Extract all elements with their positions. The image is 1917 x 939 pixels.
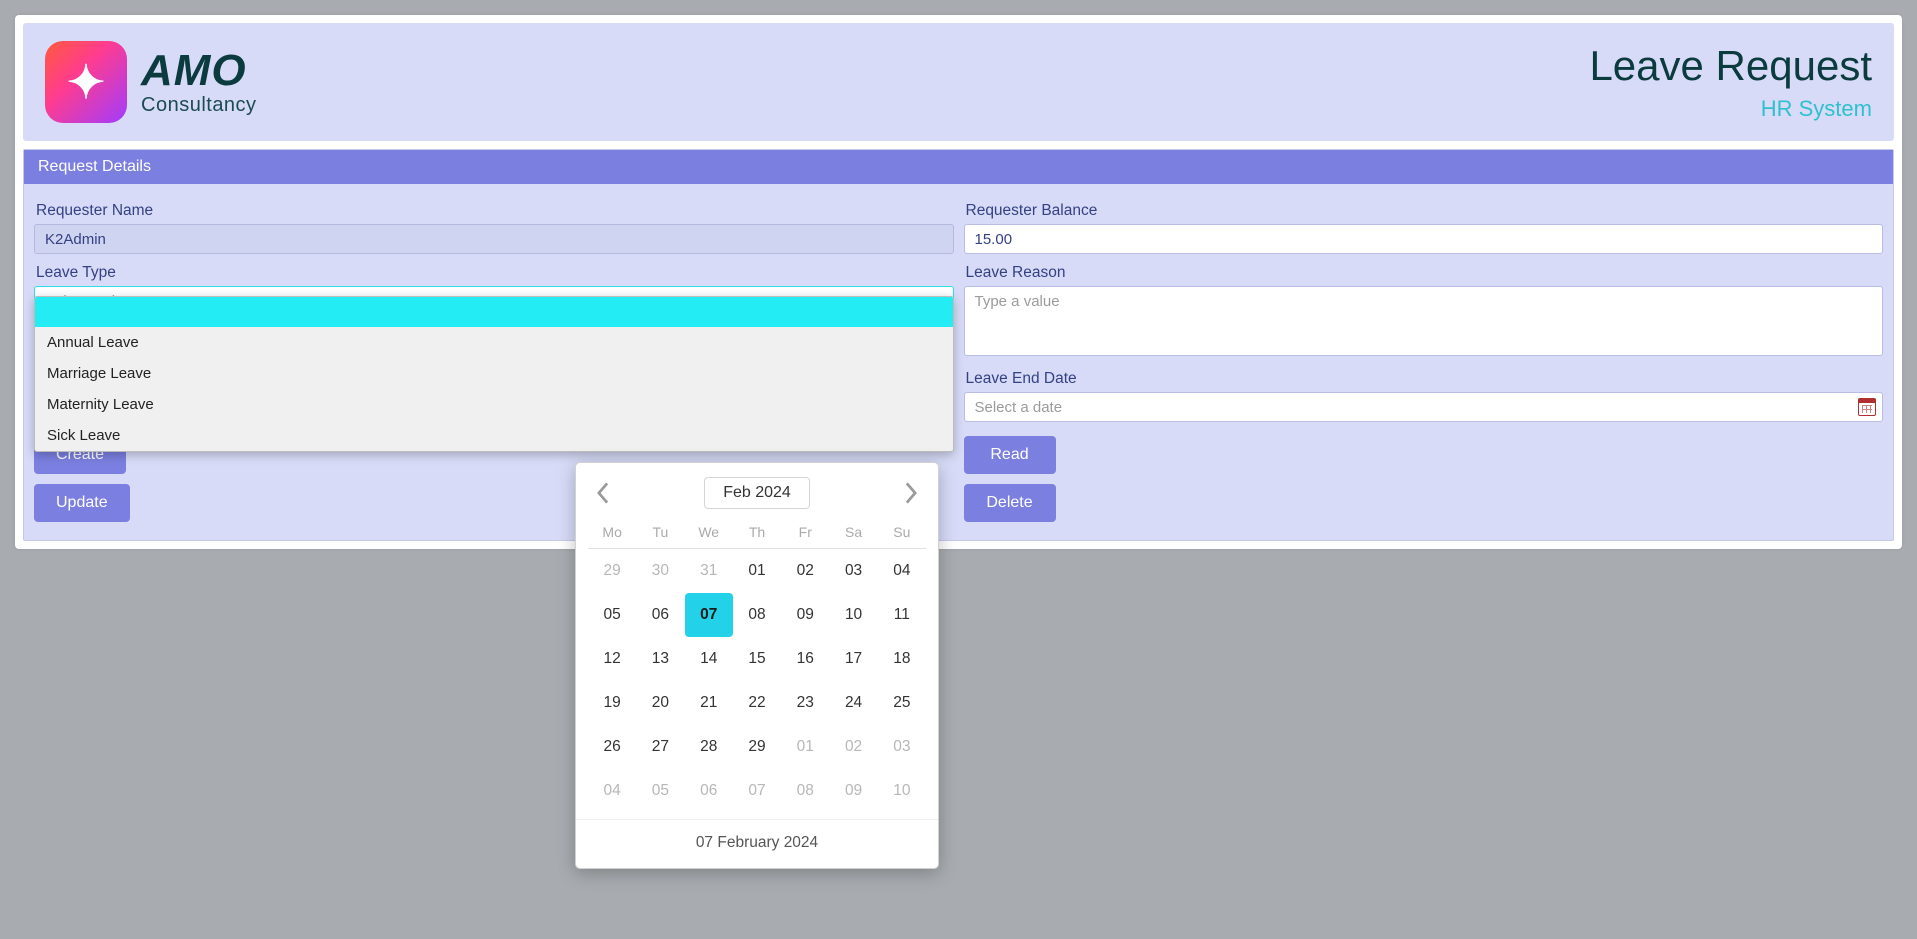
calendar-day[interactable]: 11 [878, 593, 926, 637]
calendar-day[interactable]: 08 [781, 769, 829, 813]
label-leave-end-date: Leave End Date [966, 370, 1884, 388]
calendar-day[interactable]: 04 [878, 549, 926, 593]
calendar-day[interactable]: 03 [878, 725, 926, 769]
calendar-day[interactable]: 02 [829, 725, 877, 769]
logo-icon: ✦ [45, 41, 127, 123]
leave-type-dropdown[interactable]: Annual LeaveMarriage LeaveMaternity Leav… [34, 296, 954, 452]
dropdown-item[interactable]: Marriage Leave [35, 358, 953, 389]
calendar-next-button[interactable] [898, 480, 924, 506]
calendar-day[interactable]: 09 [781, 593, 829, 637]
calendar-day[interactable]: 05 [636, 769, 684, 813]
calendar-weekday: Su [878, 519, 926, 548]
date-picker-popup[interactable]: Feb 2024 MoTuWeThFrSaSu 2930310102030405… [575, 462, 939, 869]
header: ✦ AMO Consultancy Leave Request HR Syste… [23, 23, 1894, 141]
calendar-day[interactable]: 24 [829, 681, 877, 725]
label-requester-balance: Requester Balance [966, 202, 1884, 220]
page-title: Leave Request [1589, 42, 1872, 90]
calendar-day[interactable]: 10 [829, 593, 877, 637]
calendar-weekday: Th [733, 519, 781, 548]
requester-name-field[interactable] [34, 224, 954, 254]
calendar-day[interactable]: 01 [781, 725, 829, 769]
calendar-prev-button[interactable] [590, 480, 616, 506]
calendar-title[interactable]: Feb 2024 [704, 477, 810, 509]
calendar-day[interactable]: 02 [781, 549, 829, 593]
calendar-weekday: Tu [636, 519, 684, 548]
calendar-day[interactable]: 25 [878, 681, 926, 725]
dropdown-item[interactable]: Sick Leave [35, 420, 953, 451]
calendar-footer: 07 February 2024 [576, 819, 938, 868]
calendar-weekday-row: MoTuWeThFrSaSu [588, 519, 926, 549]
calendar-day[interactable]: 21 [685, 681, 733, 725]
calendar-day[interactable]: 03 [829, 549, 877, 593]
section-header: Request Details [24, 150, 1893, 184]
update-button[interactable]: Update [34, 484, 130, 522]
calendar-day[interactable]: 29 [733, 725, 781, 769]
label-requester-name: Requester Name [36, 202, 954, 220]
label-leave-reason: Leave Reason [966, 264, 1884, 282]
calendar-day[interactable]: 23 [781, 681, 829, 725]
calendar-day[interactable]: 29 [588, 549, 636, 593]
calendar-day[interactable]: 15 [733, 637, 781, 681]
leave-end-date-placeholder: Select a date [975, 399, 1063, 416]
request-details-section: Request Details Requester Name Requester… [23, 149, 1894, 541]
calendar-day[interactable]: 19 [588, 681, 636, 725]
calendar-day[interactable]: 14 [685, 637, 733, 681]
calendar-day[interactable]: 30 [636, 549, 684, 593]
calendar-day[interactable]: 06 [636, 593, 684, 637]
calendar-day[interactable]: 08 [733, 593, 781, 637]
page-subtitle: HR System [1589, 96, 1872, 122]
logo: ✦ AMO Consultancy [45, 41, 257, 123]
calendar-day[interactable]: 07 [733, 769, 781, 813]
calendar-weekday: Mo [588, 519, 636, 548]
calendar-day[interactable]: 06 [685, 769, 733, 813]
calendar-day[interactable]: 16 [781, 637, 829, 681]
label-leave-type: Leave Type [36, 264, 954, 282]
calendar-day[interactable]: 09 [829, 769, 877, 813]
calendar-day[interactable]: 01 [733, 549, 781, 593]
calendar-day[interactable]: 20 [636, 681, 684, 725]
calendar-day[interactable]: 10 [878, 769, 926, 813]
dropdown-item[interactable]: Maternity Leave [35, 389, 953, 420]
logo-text-main: AMO [141, 49, 257, 93]
calendar-weekday: Fr [781, 519, 829, 548]
calendar-weekday: Sa [829, 519, 877, 548]
leave-end-date-field[interactable]: Select a date [964, 392, 1884, 422]
calendar-day[interactable]: 17 [829, 637, 877, 681]
calendar-day[interactable]: 22 [733, 681, 781, 725]
calendar-day[interactable]: 13 [636, 637, 684, 681]
calendar-day[interactable]: 18 [878, 637, 926, 681]
dropdown-highlight[interactable] [35, 297, 953, 327]
calendar-day[interactable]: 28 [685, 725, 733, 769]
read-button[interactable]: Read [964, 436, 1056, 474]
calendar-day[interactable]: 12 [588, 637, 636, 681]
dropdown-item[interactable]: Annual Leave [35, 327, 953, 358]
leave-reason-field[interactable] [964, 286, 1884, 356]
calendar-weekday: We [685, 519, 733, 548]
calendar-icon[interactable] [1858, 398, 1876, 416]
requester-balance-field[interactable] [964, 224, 1884, 254]
calendar-day[interactable]: 27 [636, 725, 684, 769]
calendar-day[interactable]: 04 [588, 769, 636, 813]
calendar-day[interactable]: 31 [685, 549, 733, 593]
app-frame: ✦ AMO Consultancy Leave Request HR Syste… [15, 15, 1902, 549]
calendar-day[interactable]: 07 [685, 593, 733, 637]
calendar-day[interactable]: 26 [588, 725, 636, 769]
delete-button[interactable]: Delete [964, 484, 1056, 522]
logo-text-sub: Consultancy [141, 95, 257, 115]
calendar-day[interactable]: 05 [588, 593, 636, 637]
